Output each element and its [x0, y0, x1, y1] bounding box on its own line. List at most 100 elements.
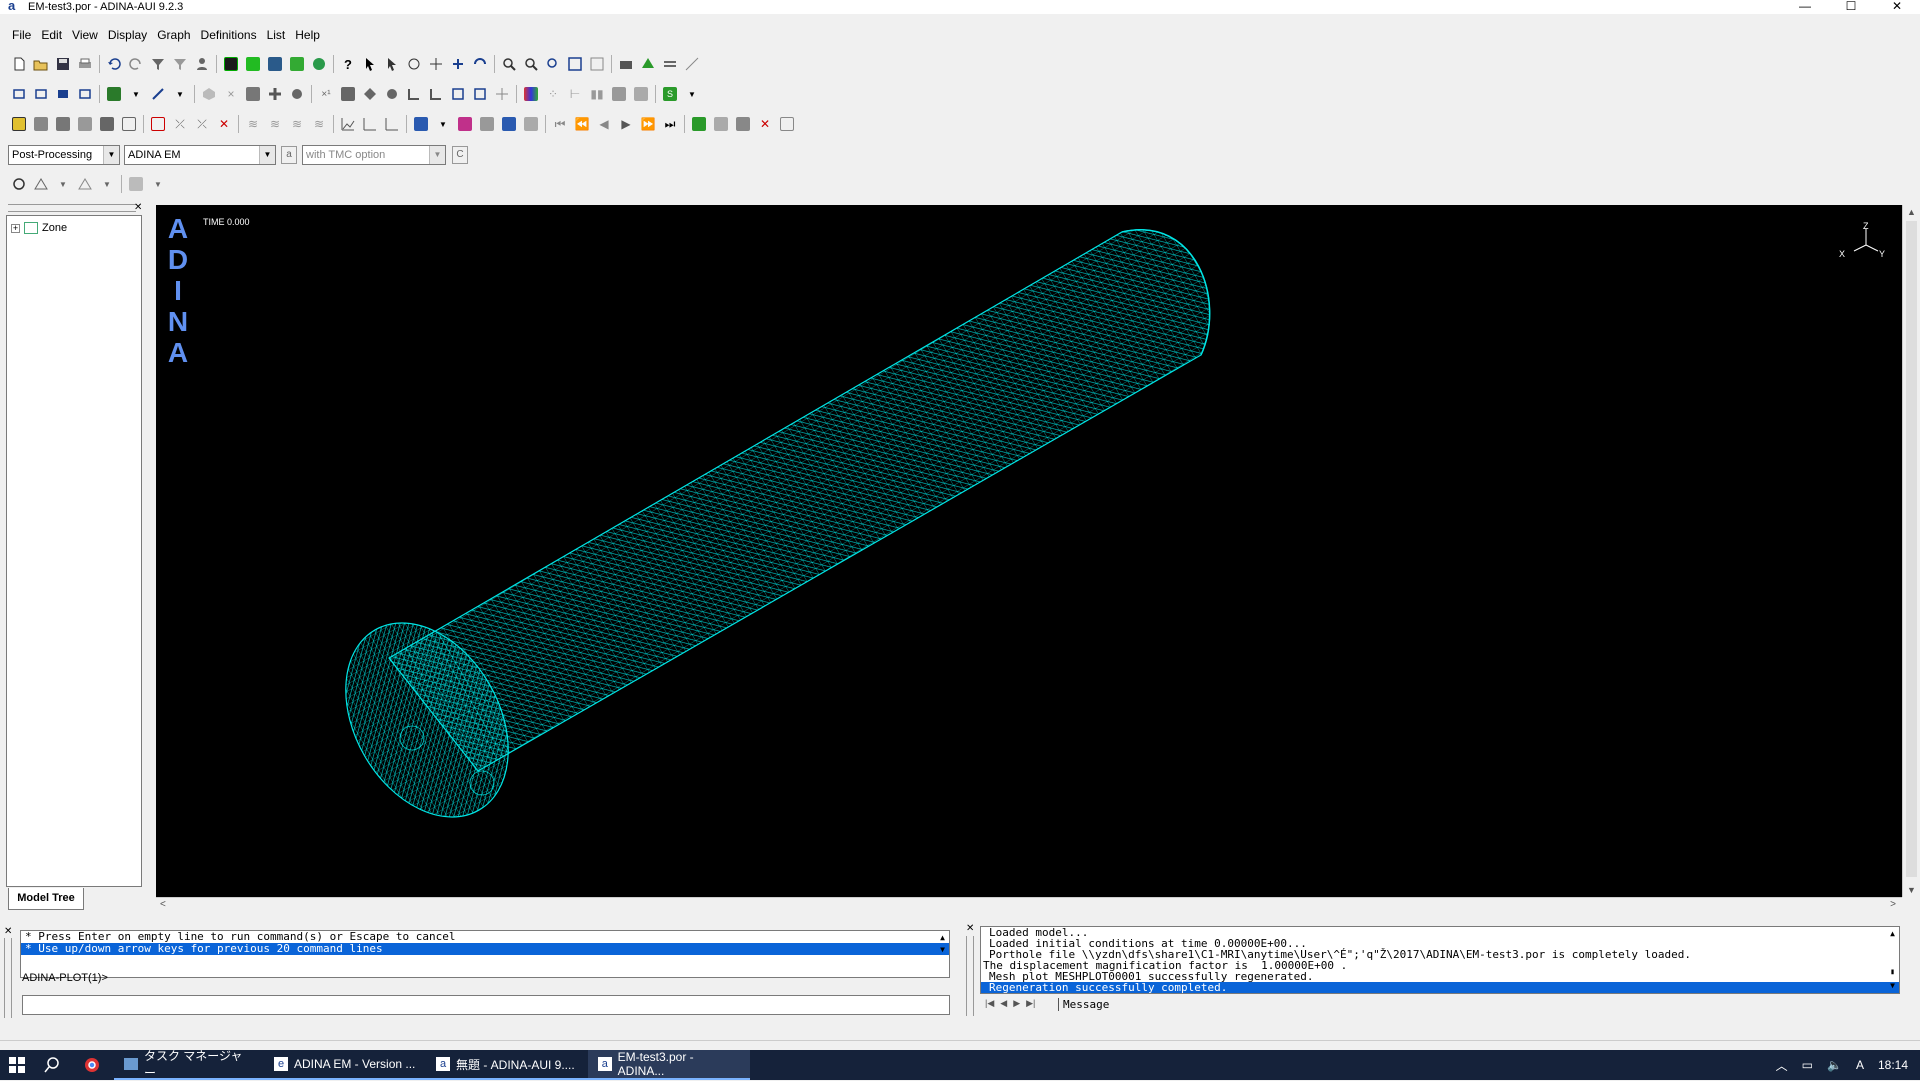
scroll-thumb[interactable]: [1906, 221, 1917, 877]
view-iso-icon[interactable]: [8, 84, 30, 104]
delete-vector-icon[interactable]: ⤫: [191, 114, 213, 134]
tab-message[interactable]: Message: [1058, 998, 1124, 1016]
tree-item-zone[interactable]: + Zone: [11, 222, 67, 234]
tree-panel-grip[interactable]: [8, 204, 136, 212]
graphics-window[interactable]: A D I N A TIME 0.000 Z X Y: [156, 205, 1902, 897]
menu-definitions[interactable]: Definitions: [201, 28, 257, 42]
color-grid-icon[interactable]: [520, 84, 542, 104]
zone-icon[interactable]: [30, 174, 52, 194]
view-front-icon[interactable]: [30, 84, 52, 104]
print-icon[interactable]: [74, 54, 96, 74]
dropdown-arrow-icon[interactable]: ▼: [96, 174, 118, 194]
pencil-icon[interactable]: [8, 114, 30, 134]
graph-icon[interactable]: [337, 114, 359, 134]
start-button[interactable]: [0, 1050, 34, 1080]
node-icon[interactable]: ×¹: [315, 84, 337, 104]
wave3-icon[interactable]: ≋: [286, 114, 308, 134]
wave4-icon[interactable]: ≋: [308, 114, 330, 134]
measure-icon[interactable]: [681, 54, 703, 74]
surface-icon[interactable]: [96, 114, 118, 134]
rotate-3d-icon[interactable]: [8, 174, 30, 194]
camera-icon[interactable]: [615, 54, 637, 74]
volume-icon[interactable]: 🔈: [1827, 1058, 1842, 1072]
frame-icon[interactable]: [447, 84, 469, 104]
s-icon[interactable]: S: [659, 84, 681, 104]
pan-icon[interactable]: [447, 54, 469, 74]
filter-icon[interactable]: [147, 54, 169, 74]
delete-plot-icon[interactable]: [147, 114, 169, 134]
next-tab-icon[interactable]: ▶: [1013, 998, 1020, 1009]
frame2-icon[interactable]: [469, 84, 491, 104]
menu-view[interactable]: View: [72, 28, 98, 42]
zoom-window-icon[interactable]: [542, 54, 564, 74]
taskbar-item-adina-em[interactable]: e ADINA EM - Version ...: [264, 1050, 426, 1080]
redo-icon[interactable]: [125, 54, 147, 74]
text-window-icon[interactable]: [220, 54, 242, 74]
tree-icon[interactable]: [637, 54, 659, 74]
undo-icon[interactable]: [103, 54, 125, 74]
data-icon[interactable]: [454, 114, 476, 134]
close-icon[interactable]: ✕: [134, 203, 144, 213]
prev-fast-icon[interactable]: ⏪: [571, 114, 593, 134]
new-file-icon[interactable]: [8, 54, 30, 74]
help-icon[interactable]: ?: [337, 54, 359, 74]
scroll-thumb-icon[interactable]: ▮: [1890, 967, 1895, 976]
distribute-icon[interactable]: [491, 84, 513, 104]
last-tab-icon[interactable]: ▶|: [1026, 998, 1035, 1009]
next-fast-icon[interactable]: ⏩: [637, 114, 659, 134]
save-view-icon[interactable]: [337, 84, 359, 104]
close-button[interactable]: ✕: [1874, 0, 1920, 14]
fit-icon[interactable]: [564, 54, 586, 74]
scatter-icon[interactable]: ⁘: [542, 84, 564, 104]
vector-icon[interactable]: [147, 84, 169, 104]
zoom-in-icon[interactable]: [498, 54, 520, 74]
expand-icon[interactable]: +: [11, 223, 20, 233]
zone2-icon[interactable]: [74, 174, 96, 194]
network-icon[interactable]: ▭: [1802, 1058, 1813, 1072]
flow-icon[interactable]: [74, 114, 96, 134]
delete-x-icon[interactable]: ✕: [213, 114, 235, 134]
first-tab-icon[interactable]: |◀: [985, 998, 994, 1009]
table-grid-icon[interactable]: [410, 114, 432, 134]
close-icon[interactable]: ✕: [4, 927, 14, 937]
scroll-down-icon[interactable]: ▼: [940, 945, 945, 954]
pick-icon[interactable]: [381, 54, 403, 74]
block-icon[interactable]: [242, 84, 264, 104]
move-icon[interactable]: [425, 54, 447, 74]
image-icon[interactable]: [264, 54, 286, 74]
delete-band-icon[interactable]: ⤫: [169, 114, 191, 134]
tmc-option-select[interactable]: with TMC option ▼: [302, 145, 446, 165]
c-icon[interactable]: C: [452, 146, 468, 164]
menu-help[interactable]: Help: [295, 28, 320, 42]
anim-icon[interactable]: [688, 114, 710, 134]
minimize-button[interactable]: —: [1782, 0, 1828, 14]
menu-graph[interactable]: Graph: [157, 28, 190, 42]
cross-icon[interactable]: ×: [220, 84, 242, 104]
at-icon[interactable]: a: [281, 146, 297, 164]
view-solid-icon[interactable]: [52, 84, 74, 104]
prev-tab-icon[interactable]: ◀: [1000, 998, 1007, 1009]
dropdown-arrow-icon[interactable]: ▼: [147, 174, 169, 194]
vertical-scrollbar[interactable]: ▲ ▼: [1902, 205, 1920, 897]
scroll-up-icon[interactable]: ▲: [940, 933, 945, 942]
contour-icon[interactable]: [52, 114, 74, 134]
clear-icon[interactable]: [118, 114, 140, 134]
fix-icon[interactable]: [403, 84, 425, 104]
eraser-icon[interactable]: [125, 174, 147, 194]
anim-save-icon[interactable]: [776, 114, 798, 134]
person-icon[interactable]: [191, 54, 213, 74]
dropdown-arrow-icon[interactable]: ▼: [125, 84, 147, 104]
prev-frame-icon[interactable]: ◀: [593, 114, 615, 134]
scroll-down-icon[interactable]: ▼: [1907, 885, 1916, 895]
data4-icon[interactable]: [520, 114, 542, 134]
rotate-view-icon[interactable]: [469, 54, 491, 74]
gear-icon[interactable]: [286, 84, 308, 104]
taskbar-item-untitled-aui[interactable]: a 無題 - ADINA-AUI 9....: [426, 1050, 588, 1080]
command-input[interactable]: [22, 995, 950, 1015]
taskbar-item-em-test3[interactable]: a EM-test3.por - ADINA...: [588, 1050, 750, 1080]
anim-delete-icon[interactable]: ✕: [754, 114, 776, 134]
dropdown-arrow-icon[interactable]: ▼: [681, 84, 703, 104]
scroll-right-icon[interactable]: >: [1890, 899, 1896, 910]
scroll-left-icon[interactable]: <: [160, 899, 166, 910]
chevron-up-icon[interactable]: ︿: [1776, 1057, 1788, 1074]
